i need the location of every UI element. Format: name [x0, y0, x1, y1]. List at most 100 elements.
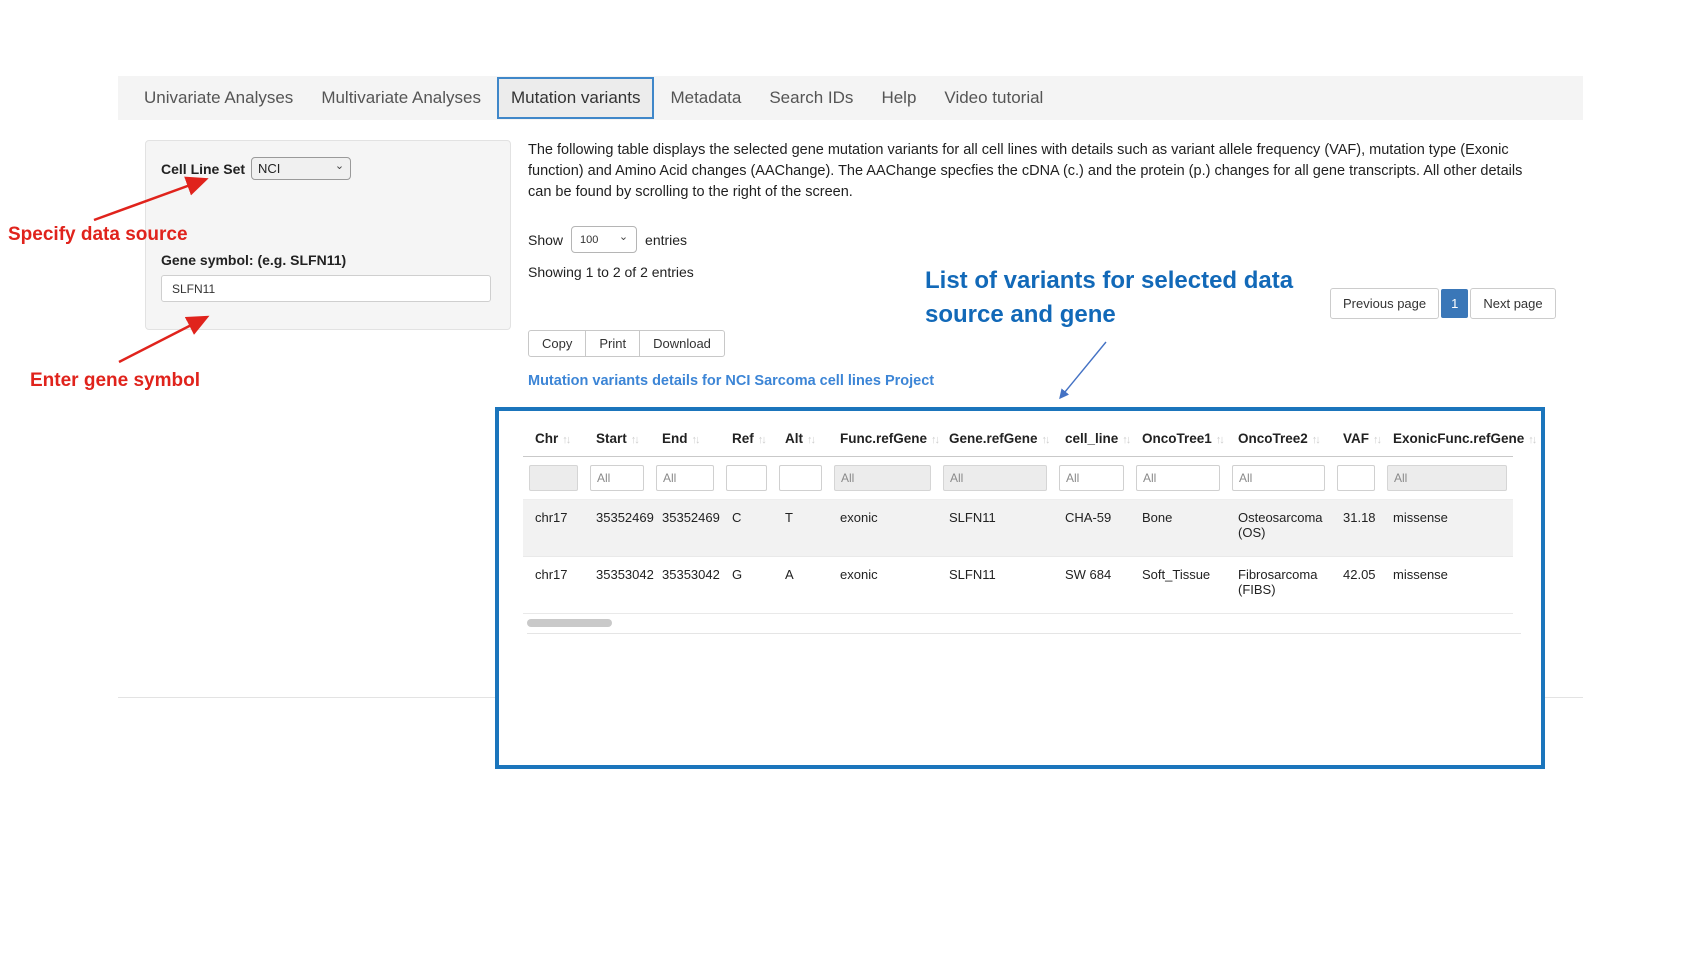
export-button-group: CopyPrintDownload [528, 330, 724, 357]
column-header-start[interactable]: Start ↑↓ [584, 425, 650, 457]
column-header-oncotree1[interactable]: OncoTree1 ↑↓ [1130, 425, 1226, 457]
filter-cell [523, 457, 584, 500]
sort-icon[interactable]: ↑↓ [1216, 434, 1223, 446]
show-label: Show [528, 232, 563, 248]
sort-icon[interactable]: ↑↓ [758, 434, 765, 446]
filter-input-exonicfunc-refgene[interactable] [1387, 465, 1507, 491]
annotation-enter-gene-symbol: Enter gene symbol [30, 370, 200, 392]
top-nav: Univariate AnalysesMultivariate Analyses… [118, 76, 1583, 120]
tab-video-tutorial[interactable]: Video tutorial [932, 79, 1055, 117]
filter-input-oncotree1[interactable] [1136, 465, 1220, 491]
column-label: Gene.refGene [949, 431, 1038, 446]
chevron-down-icon: ⌄ [335, 161, 344, 172]
page-length-value: 100 [580, 234, 598, 246]
download-button[interactable]: Download [639, 330, 725, 357]
cell-oncotree2: Fibrosarcoma (FIBS) [1226, 557, 1331, 614]
filter-input-cell-line[interactable] [1059, 465, 1124, 491]
cell-ref: G [720, 557, 773, 614]
table-body: chr173535246935352469CTexonicSLFN11CHA-5… [523, 500, 1513, 614]
sort-icon[interactable]: ↑↓ [631, 434, 638, 446]
gene-symbol-input[interactable] [161, 275, 491, 302]
table-row[interactable]: chr173535246935352469CTexonicSLFN11CHA-5… [523, 500, 1513, 557]
cell-exonicfunc-refgene: missense [1381, 500, 1513, 557]
gene-symbol-label: Gene symbol: (e.g. SLFN11) [161, 252, 346, 268]
page-length-select[interactable]: 100 ⌄ [571, 226, 637, 253]
page: Univariate AnalysesMultivariate Analyses… [0, 0, 1700, 956]
filter-cell [1130, 457, 1226, 500]
column-header-cell-line[interactable]: cell_line ↑↓ [1053, 425, 1130, 457]
chevron-down-icon: ⌄ [619, 232, 628, 243]
cell-cell-line: CHA-59 [1053, 500, 1130, 557]
sort-icon[interactable]: ↑↓ [807, 434, 814, 446]
filter-cell [584, 457, 650, 500]
sort-icon[interactable]: ↑↓ [1312, 434, 1319, 446]
cell-start: 35352469 [584, 500, 650, 557]
column-label: Ref [732, 431, 754, 446]
tab-multivariate-analyses[interactable]: Multivariate Analyses [309, 79, 493, 117]
filter-input-chr[interactable] [529, 465, 578, 491]
sort-icon[interactable]: ↑↓ [1528, 434, 1535, 446]
previous-page-button[interactable]: Previous page [1330, 288, 1439, 319]
filter-cell [828, 457, 937, 500]
filter-input-end[interactable] [656, 465, 714, 491]
column-label: cell_line [1065, 431, 1118, 446]
sort-icon[interactable]: ↑↓ [931, 434, 938, 446]
table-caption-link[interactable]: Mutation variants details for NCI Sarcom… [528, 373, 934, 389]
print-button[interactable]: Print [585, 330, 640, 357]
column-label: OncoTree1 [1142, 431, 1212, 446]
scrollbar-thumb[interactable] [527, 619, 612, 627]
tab-help[interactable]: Help [869, 79, 928, 117]
blue-arrow-to-table [1048, 336, 1118, 406]
sort-icon[interactable]: ↑↓ [1042, 434, 1049, 446]
filter-input-func-refgene[interactable] [834, 465, 931, 491]
column-header-ref[interactable]: Ref ↑↓ [720, 425, 773, 457]
column-header-gene-refgene[interactable]: Gene.refGene ↑↓ [937, 425, 1053, 457]
filter-cell [1053, 457, 1130, 500]
filter-input-start[interactable] [590, 465, 644, 491]
cell-oncotree2: Osteosarcoma (OS) [1226, 500, 1331, 557]
tab-mutation-variants[interactable]: Mutation variants [497, 77, 654, 119]
column-header-end[interactable]: End↑↓ [650, 425, 720, 457]
column-header-func-refgene[interactable]: Func.refGene↑↓ [828, 425, 937, 457]
tab-univariate-analyses[interactable]: Univariate Analyses [132, 79, 305, 117]
current-page-button[interactable]: 1 [1441, 289, 1468, 318]
table-description: The following table displays the selecte… [528, 140, 1526, 203]
copy-button[interactable]: Copy [528, 330, 586, 357]
page-length-control: Show 100 ⌄ entries [528, 226, 687, 253]
cell-line-set-select[interactable]: NCI ⌄ [251, 157, 351, 180]
tab-search-ids[interactable]: Search IDs [757, 79, 865, 117]
tab-metadata[interactable]: Metadata [658, 79, 753, 117]
filter-input-oncotree2[interactable] [1232, 465, 1325, 491]
column-header-chr[interactable]: Chr↑↓ [523, 425, 584, 457]
sort-icon[interactable]: ↑↓ [562, 434, 569, 446]
column-label: VAF [1343, 431, 1369, 446]
horizontal-scrollbar[interactable] [527, 618, 1517, 628]
column-header-exonicfunc-refgene[interactable]: ExonicFunc.refGene↑↓ [1381, 425, 1513, 457]
filter-cell [937, 457, 1053, 500]
cell-func-refgene: exonic [828, 500, 937, 557]
table-row[interactable]: chr173535304235353042GAexonicSLFN11SW 68… [523, 557, 1513, 614]
sort-icon[interactable]: ↑↓ [1122, 434, 1129, 446]
cell-end: 35352469 [650, 500, 720, 557]
filter-input-vaf[interactable] [1337, 465, 1375, 491]
filter-input-alt[interactable] [779, 465, 822, 491]
column-header-vaf[interactable]: VAF ↑↓ [1331, 425, 1381, 457]
column-label: Start [596, 431, 627, 446]
column-label: Alt [785, 431, 803, 446]
sort-icon[interactable]: ↑↓ [1373, 434, 1380, 446]
sort-icon[interactable]: ↑↓ [692, 434, 699, 446]
filter-input-ref[interactable] [726, 465, 767, 491]
column-header-oncotree2[interactable]: OncoTree2↑↓ [1226, 425, 1331, 457]
cell-line-set-value: NCI [258, 161, 280, 176]
cell-oncotree1: Bone [1130, 500, 1226, 557]
filter-input-gene-refgene[interactable] [943, 465, 1047, 491]
next-page-button[interactable]: Next page [1470, 288, 1555, 319]
column-header-alt[interactable]: Alt ↑↓ [773, 425, 828, 457]
filter-cell [1226, 457, 1331, 500]
showing-entries-status: Showing 1 to 2 of 2 entries [528, 264, 694, 280]
cell-cell-line: SW 684 [1053, 557, 1130, 614]
filter-cell [650, 457, 720, 500]
variants-table: Chr↑↓Start↑↓End↑↓Ref↑↓Alt↑↓Func.refGene↑… [523, 425, 1513, 614]
filter-cell [773, 457, 828, 500]
cell-oncotree1: Soft_Tissue [1130, 557, 1226, 614]
